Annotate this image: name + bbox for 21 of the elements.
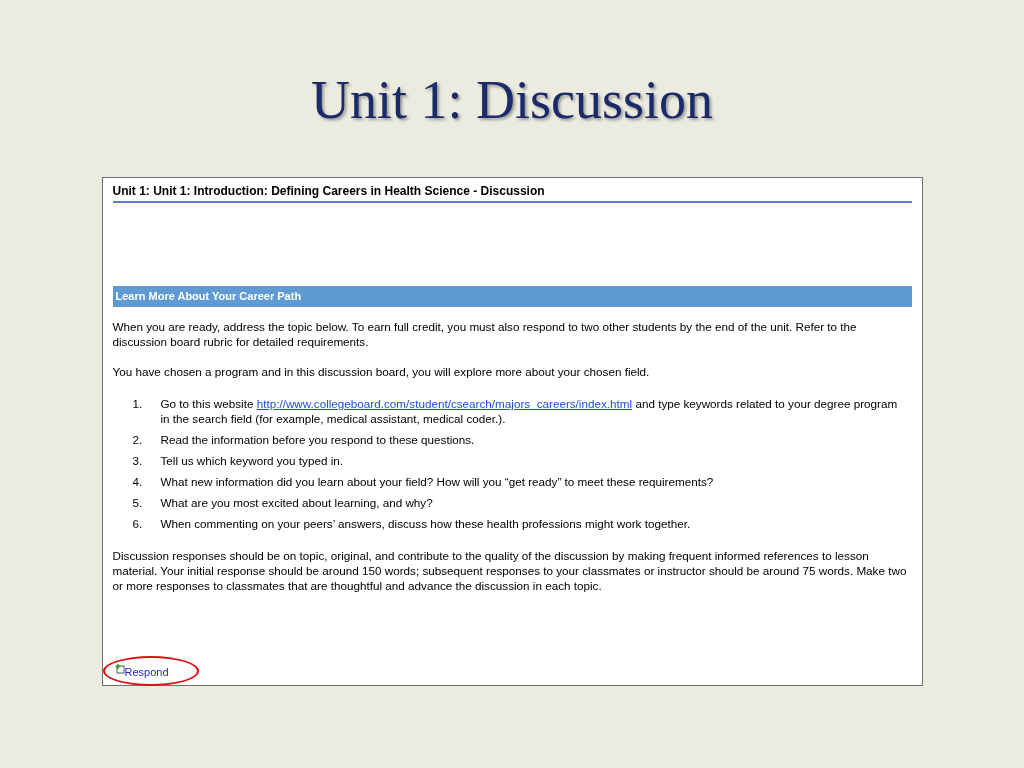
step-text: Read the information before you respond to these questions.	[160, 432, 476, 447]
page-heading: Unit 1: Unit 1: Introduction: Defining Careers in Health Science - Discussion	[112, 184, 912, 203]
step-number: 3.	[132, 453, 144, 468]
step-number: 1.	[132, 396, 144, 412]
lead-paragraph: You have chosen a program and in this discussion board, you will explore more about your chosen field.	[112, 364, 651, 379]
step-text: What are you most excited about learning, and why?	[160, 495, 434, 510]
step-number: 5.	[132, 495, 144, 510]
intro-paragraph: When you are ready, address the topic below. To earn full credit, you must also respond to two other students by the end of the unit. Refer to the discussion board rubric for detailed requirements.	[112, 319, 858, 349]
step-text: What new information did you learn about your field? How will you “get ready” to meet these requirements?	[160, 474, 715, 489]
step-number: 4.	[132, 474, 144, 489]
section-header: Learn More About Your Career Path	[112, 286, 912, 307]
step-text: Tell us which keyword you typed in.	[160, 453, 345, 468]
step-text: Go to this website http://www.collegeboard.com/student/csearch/majors_careers/index.html and type keywords related to your degree program in the search field (for example, medical assistant, medical coder.).	[160, 396, 899, 426]
slide-title: Unit 1: Discussion	[311, 73, 713, 127]
step-number: 2.	[132, 432, 144, 447]
step-number: 6.	[132, 516, 144, 531]
add-document-icon	[114, 664, 125, 674]
closing-paragraph: Discussion responses should be on topic, original, and contribute to the quality of the discussion by making frequent informed references to lesson material. Your initial response should be around 150 words; subsequent responses to your classmates or instructor should be around 75 words. Make two or more responses to classmates that are thoughtful and advance the discussion in each topic.	[112, 548, 908, 593]
website-link[interactable]: http://www.collegeboard.com/student/csearch/majors_careers/index.html	[256, 397, 633, 410]
step-text: When commenting on your peers’ answers, discuss how these health professions might work together.	[160, 516, 692, 531]
respond-link[interactable]: Respond	[124, 665, 169, 680]
